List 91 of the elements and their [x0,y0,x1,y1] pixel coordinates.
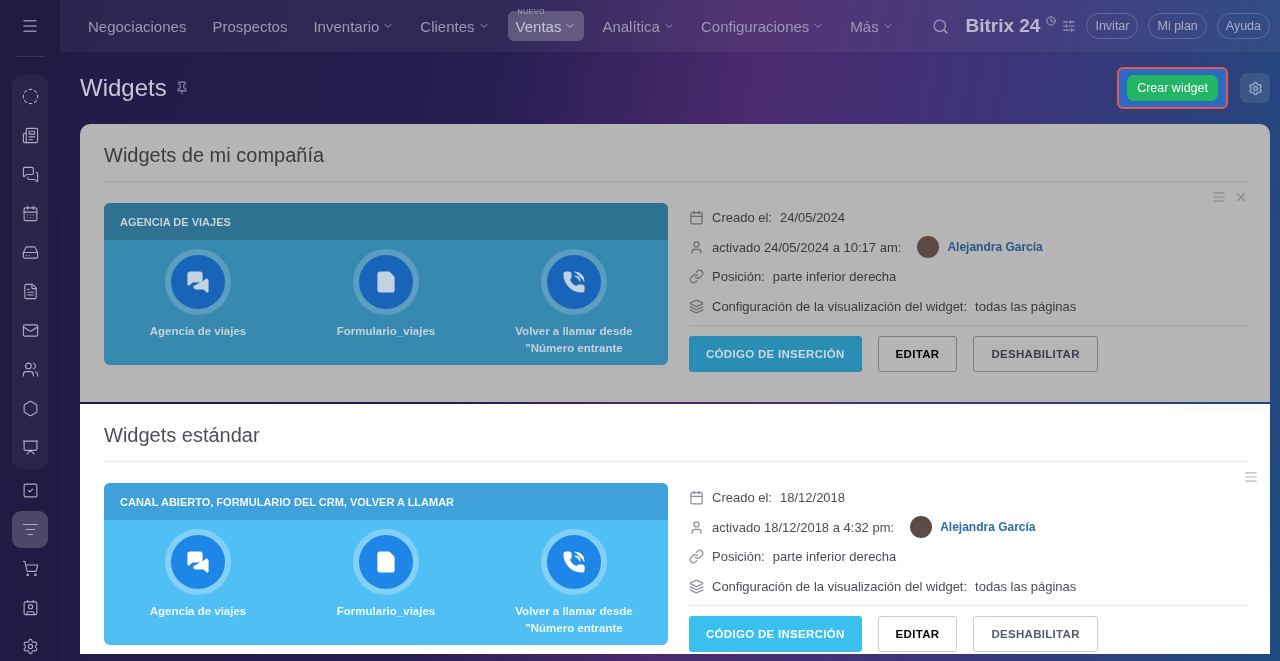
widget-header: AGENCIA DE VIAJES [104,203,668,240]
channel-label: Formulario_viajes [335,604,437,619]
detail-value: todas las páginas [975,298,1077,314]
page-title: Widgets [80,74,167,102]
nav-item[interactable]: Inventario [305,11,403,41]
nav-label: Ventas [515,17,562,35]
embed-code-button[interactable]: CÓDIGO DE INSERCIÓN [689,616,862,652]
nav-label: Inventario [313,17,380,35]
form-icon [374,270,398,294]
people-icon [21,361,39,378]
nav-label: Prospectos [212,17,288,35]
section-title: Widgets de mi compañía [104,124,1248,182]
channel-label: Volver a llamar desde "Número entrante [514,324,634,356]
nav-label: Configuraciones [700,17,810,35]
detail-label: Creado el: [712,210,772,226]
logo: Bitrix 24 [965,15,1041,37]
layers-icon [689,298,704,314]
detail-label: Creado el: [712,490,772,506]
sidebar-item[interactable] [12,511,48,548]
detail-label: Posición: [712,269,765,285]
widget-header: CANAL ABIERTO, FORMULARIO DEL CRM, VOLVER A LLAMAR [104,483,668,520]
drive-icon [21,244,39,261]
nav-label: Más [850,17,879,35]
drag-handle-icon[interactable] [1212,190,1226,204]
action-button[interactable]: DESHABILITAR [973,616,1098,652]
detail-label: Configuración de la visualización del widget: [712,578,968,594]
link-icon [689,269,704,285]
detail-label: Configuración de la visualización del widget: [712,298,968,314]
settings-button[interactable] [1240,73,1270,103]
dots-circle-icon [21,88,39,105]
nav-item[interactable]: Configuraciones [692,11,833,41]
settings-icon [1247,80,1263,96]
nav-item[interactable]: Más [842,11,902,41]
channel-label: Agencia de viajes [148,324,248,339]
menu-icon[interactable] [21,17,39,35]
user-link[interactable]: Alejandra García [940,520,1036,535]
embed-code-button[interactable]: CÓDIGO DE INSERCIÓN [689,336,862,372]
calendar-icon [689,490,704,506]
user-link[interactable]: Alejandra García [947,240,1043,255]
action-button[interactable]: EDITAR [877,616,958,652]
user-icon [689,519,704,535]
sliders-icon[interactable] [1062,19,1077,33]
detail-label: Posición: [712,549,765,565]
nav-item[interactable]: Clientes [412,11,498,41]
channel-label: Volver a llamar desde "Número entrante [514,604,634,636]
user-icon [689,239,704,255]
document-icon [21,283,39,300]
nav-label: Clientes [420,17,475,35]
create-widget-button[interactable]: Crear widget [1127,75,1218,101]
channel-label: Agencia de viajes [148,604,248,619]
detail-label: activado 24/05/2024 a 10:17 am: [712,239,902,255]
detail-label: activado 18/12/2018 a 4:32 pm: [712,519,895,535]
drag-handle-icon[interactable] [1244,470,1258,484]
action-button[interactable]: DESHABILITAR [973,336,1098,372]
clock-icon [1046,16,1057,26]
detail-value: 24/05/2024 [780,210,846,226]
detail-value: todas las páginas [975,578,1077,594]
link-icon [689,549,704,565]
funnel-icon [21,521,39,538]
phone-icon [562,550,586,574]
form-icon [374,550,398,574]
channel-label: Formulario_viajes [335,324,437,339]
chat-icon [186,550,210,574]
nav-item[interactable]: Analítica [594,11,683,41]
nav-label: Analítica [602,17,660,35]
hexagon-icon [21,400,39,417]
checkbox-icon [21,482,39,499]
cart-icon [21,560,39,577]
section-title: Widgets estándar [104,404,1248,462]
detail-value: parte inferior derecha [772,549,897,565]
pin-icon[interactable] [174,81,189,95]
detail-value: 18/12/2018 [780,490,846,506]
presentation-icon [21,439,39,456]
nav-item[interactable]: Prospectos [204,11,296,41]
settings-icon [21,638,39,655]
nav-label: Negociaciones [88,17,187,35]
layers-icon [689,578,704,594]
action-button[interactable]: EDITAR [877,336,958,372]
avatar [917,236,940,259]
search-icon[interactable] [932,17,950,35]
news-icon [21,127,39,144]
phone-icon [562,270,586,294]
avatar [910,516,933,539]
calendar-icon [21,205,39,222]
chat-icon [186,270,210,294]
calendar-icon [689,210,704,226]
contact-card-icon [21,599,39,616]
chat-icon [21,166,39,183]
nav-item[interactable]: Negociaciones [80,11,195,41]
mail-icon [21,322,39,339]
detail-value: parte inferior derecha [772,269,897,285]
